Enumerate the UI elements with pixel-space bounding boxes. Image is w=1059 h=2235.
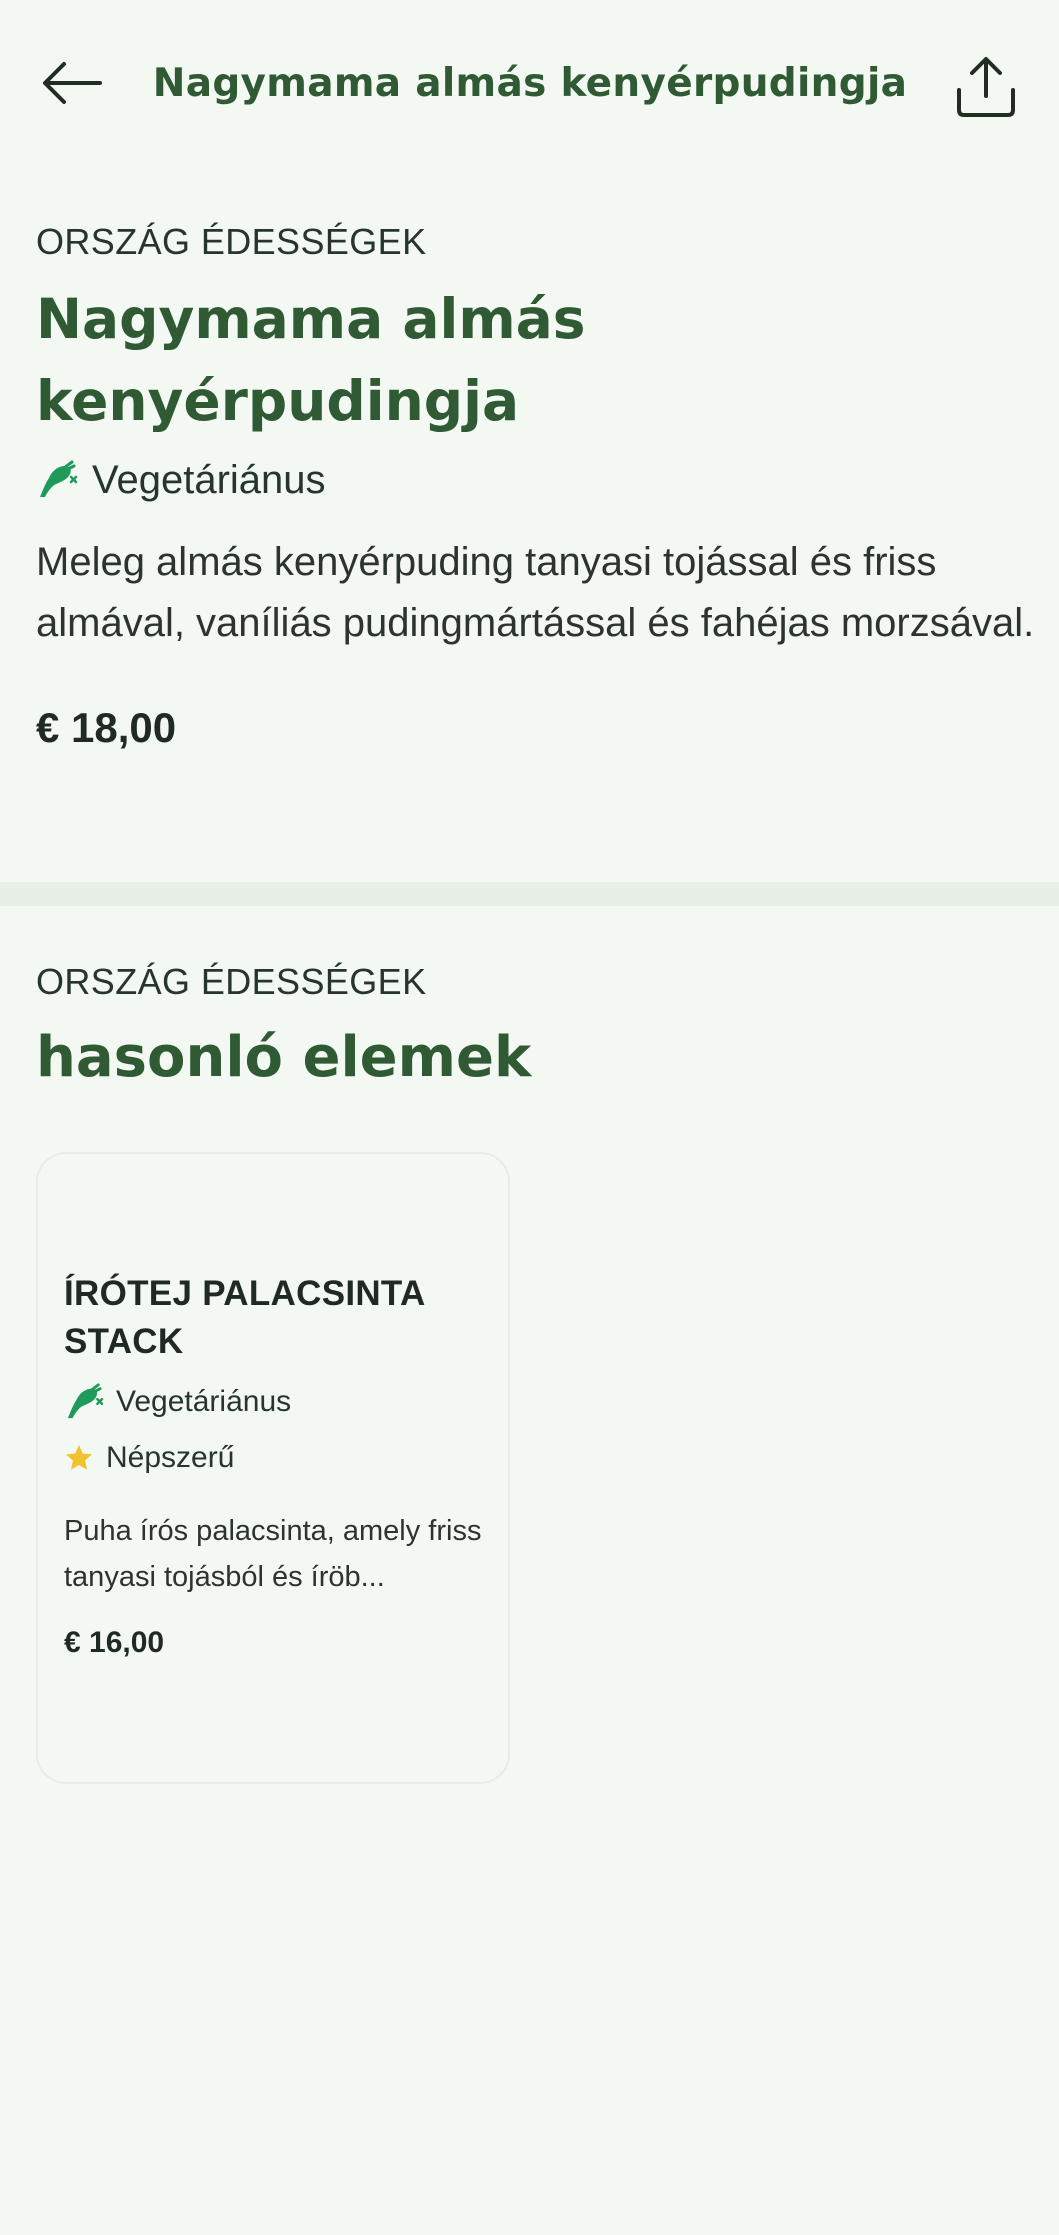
header-title: Nagymama almás kenyérpudingja — [152, 60, 908, 106]
card-diet-badge: Vegetáriánus — [64, 1380, 494, 1424]
share-button[interactable] — [948, 48, 1024, 124]
diet-badge: Vegetáriánus — [36, 452, 1026, 508]
diet-label: Vegetáriánus — [92, 457, 326, 502]
product-category: ORSZÁG ÉDESSÉGEK — [36, 221, 427, 262]
card-description: Puha írós palacsinta, amely friss tanyas… — [64, 1515, 482, 1593]
card-popular-label: Népszerű — [106, 1441, 235, 1474]
product-details: ORSZÁG ÉDESSÉGEK Nagymama almás kenyérpu… — [36, 220, 1034, 752]
vegetarian-icon — [67, 1383, 104, 1419]
similar-items-section: ORSZÁG ÉDESSÉGEK hasonló elemek — [36, 960, 1026, 1098]
top-bar: Nagymama almás kenyérpudingja — [0, 0, 1059, 166]
product-description: Meleg almás kenyérpuding tanyasi tojássa… — [36, 540, 1035, 645]
share-icon — [957, 57, 1015, 117]
card-title: ÍRÓTEJ PALACSINTA STACK — [64, 1274, 425, 1361]
star-icon — [66, 1445, 92, 1470]
back-button[interactable] — [36, 52, 108, 114]
section-divider — [0, 882, 1059, 906]
similar-title: hasonló elemek — [36, 1025, 532, 1090]
card-diet-label: Vegetáriánus — [116, 1385, 292, 1418]
arrow-left-icon — [43, 62, 102, 104]
similar-category: ORSZÁG ÉDESSÉGEK — [36, 961, 427, 1002]
card-popular-badge: Népszerű — [64, 1436, 494, 1480]
product-price: € 18,00 — [36, 704, 177, 751]
product-title: Nagymama almás kenyérpudingja — [36, 287, 586, 433]
vegetarian-icon — [40, 460, 78, 497]
card-price: € 16,00 — [64, 1626, 165, 1659]
similar-item-card[interactable]: ÍRÓTEJ PALACSINTA STACK Vegetáriánus Nép… — [36, 1152, 510, 1784]
